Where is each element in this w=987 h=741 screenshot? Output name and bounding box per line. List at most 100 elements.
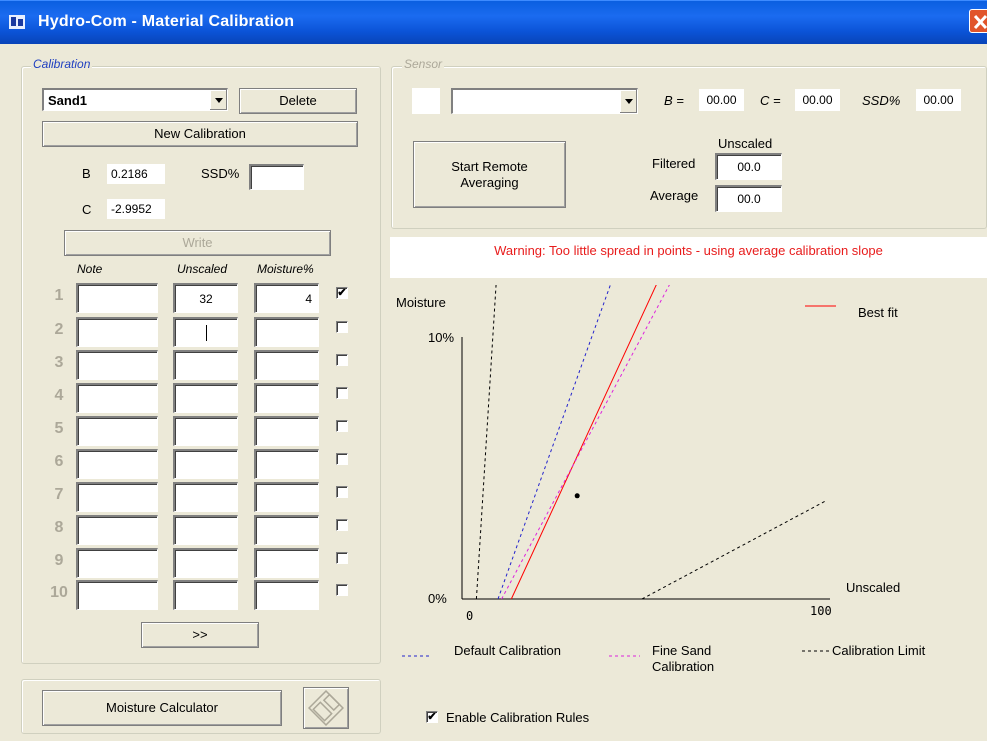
col-moisture-header: Moisture% (257, 262, 314, 276)
row-number: 2 (54, 321, 64, 338)
row-number: 9 (54, 552, 64, 569)
enable-rules-checkbox[interactable]: ✔ (426, 711, 438, 723)
row-checkbox[interactable] (336, 486, 348, 498)
series-layer (475, 285, 826, 600)
chevron-down-icon[interactable] (619, 90, 637, 113)
note-field[interactable] (76, 580, 158, 610)
note-field[interactable] (76, 449, 158, 479)
start-remote-averaging-button[interactable]: Start Remote Averaging (413, 141, 566, 208)
row-checkbox[interactable] (336, 387, 348, 399)
row-checkbox[interactable] (336, 552, 348, 564)
series-line (501, 285, 670, 600)
moisture-field[interactable] (254, 383, 319, 413)
material-select[interactable]: Sand1 (42, 88, 228, 111)
y-top-label: 10% (428, 330, 454, 345)
c-label: C (82, 202, 92, 217)
row-number: 8 (54, 519, 64, 536)
unscaled-field[interactable] (173, 350, 238, 380)
row-number: 5 (54, 420, 64, 437)
row-checkbox[interactable] (336, 519, 348, 531)
row-number: 7 (54, 486, 64, 503)
note-field[interactable] (76, 416, 158, 446)
calibration-chart: Moisture 10% 0% Unscaled 0 100 Best fit … (396, 285, 926, 674)
sensor-b-value: 00.00 (699, 89, 744, 111)
unscaled-field[interactable] (173, 416, 238, 446)
moisture-field[interactable] (254, 580, 319, 610)
unscaled-field[interactable] (173, 580, 238, 610)
enable-rules-label: Enable Calibration Rules (446, 710, 590, 725)
row-checkbox[interactable] (336, 321, 348, 333)
note-field[interactable] (76, 482, 158, 512)
legend-default-label: Default Calibration (454, 643, 561, 658)
b-value: 0.2186 (106, 163, 166, 185)
ssd-field[interactable] (249, 164, 304, 190)
write-button[interactable]: Write (64, 230, 331, 256)
unscaled-field[interactable] (173, 449, 238, 479)
legend-bestfit-label: Best fit (858, 305, 898, 320)
c-value: -2.9952 (106, 198, 166, 220)
chevron-down-icon[interactable] (209, 90, 227, 110)
moisture-field[interactable] (254, 515, 319, 545)
more-button[interactable]: >> (141, 622, 259, 648)
moisture-field[interactable] (254, 548, 319, 578)
unscaled-field[interactable] (173, 383, 238, 413)
sensor-unscaled-header: Unscaled (718, 136, 773, 151)
unscaled-field[interactable] (173, 317, 238, 347)
filtered-value: 00.0 (715, 153, 782, 180)
window-title: Hydro-Com - Material Calibration (38, 13, 295, 30)
save-button[interactable] (303, 687, 349, 729)
note-field[interactable] (76, 350, 158, 380)
sensor-ssd-label: SSD% (862, 93, 901, 108)
note-field[interactable] (76, 317, 158, 347)
moisture-field[interactable] (254, 416, 319, 446)
row-number: 1 (54, 287, 64, 304)
moisture-field[interactable] (254, 350, 319, 380)
row-checkbox[interactable] (336, 584, 348, 596)
y-axis-title: Moisture (396, 295, 446, 310)
sensor-legend: Sensor (402, 57, 445, 71)
moisture-field[interactable] (254, 317, 319, 347)
row-checkbox[interactable] (336, 354, 348, 366)
delete-button[interactable]: Delete (239, 88, 357, 114)
sensor-b-label: B = (664, 93, 684, 108)
row-checkbox[interactable] (336, 420, 348, 432)
filtered-label: Filtered (652, 156, 696, 171)
col-unscaled-header: Unscaled (177, 262, 228, 276)
close-button[interactable] (969, 9, 987, 33)
x-left-label: 0 (466, 609, 473, 623)
legend-limit-label: Calibration Limit (832, 643, 926, 658)
sensor-c-label: C = (760, 93, 781, 108)
unscaled-field[interactable] (173, 482, 238, 512)
legend-fine-label-1: Fine Sand (652, 643, 711, 658)
app-icon (9, 15, 25, 29)
row-number: 3 (54, 354, 64, 371)
sensor-select[interactable] (451, 88, 638, 114)
row-checkbox[interactable]: ✔ (336, 287, 348, 299)
moisture-field[interactable] (254, 449, 319, 479)
sensor-ssd-value: 00.00 (916, 89, 961, 111)
unscaled-field[interactable] (173, 515, 238, 545)
row-number: 4 (54, 387, 64, 404)
note-field[interactable] (76, 515, 158, 545)
sensor-id-field[interactable] (412, 88, 440, 114)
moisture-field[interactable] (254, 482, 319, 512)
average-label: Average (650, 188, 699, 203)
note-field[interactable] (76, 383, 158, 413)
title-bar: Hydro-Com - Material Calibration (0, 0, 987, 44)
unscaled-field[interactable]: 32 (173, 283, 238, 313)
close-icon (973, 14, 987, 30)
moisture-field[interactable]: 4 (254, 283, 319, 313)
row-number: 10 (50, 584, 68, 601)
note-field[interactable] (76, 283, 158, 313)
series-line (641, 500, 826, 600)
warning-banner: Warning: Too little spread in points - u… (390, 237, 987, 278)
note-field[interactable] (76, 548, 158, 578)
row-checkbox[interactable] (336, 453, 348, 465)
sensor-c-value: 00.00 (795, 89, 840, 111)
moisture-calculator-button[interactable]: Moisture Calculator (42, 690, 282, 726)
unscaled-field[interactable] (173, 548, 238, 578)
new-calibration-button[interactable]: New Calibration (42, 121, 358, 147)
x-axis-title: Unscaled (846, 580, 900, 595)
series-line (510, 285, 657, 600)
b-label: B (82, 166, 91, 181)
